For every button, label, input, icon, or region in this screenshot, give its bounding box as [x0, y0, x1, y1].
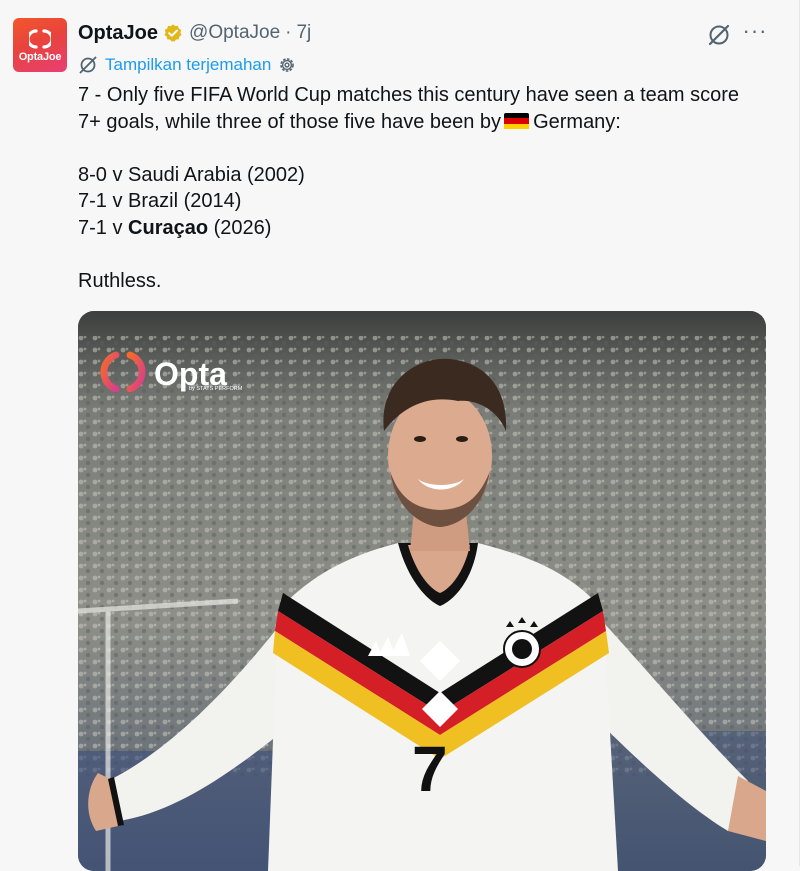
- avatar[interactable]: OptaJoe: [13, 18, 67, 72]
- text-span: Germany:: [533, 110, 621, 133]
- text-line: 7 - Only five FIFA World Cup matches thi…: [78, 84, 740, 106]
- translate-icon: [79, 56, 97, 74]
- verified-badge-icon[interactable]: [163, 23, 183, 43]
- more-icon[interactable]: ···: [742, 20, 768, 46]
- text-line: 8-0 v Saudi Arabia (2002): [78, 163, 305, 186]
- brand-sub: by STATS PERFORM: [189, 386, 243, 392]
- text-line: 7-1 v Brazil (2014): [78, 190, 242, 212]
- germany-flag-icon: [504, 112, 530, 130]
- text-span: 7+ goals, while three of those five have…: [78, 110, 502, 133]
- display-name[interactable]: OptaJoe: [78, 22, 158, 45]
- opta-logo-icon: [29, 28, 51, 49]
- tweet: OptaJoe OptaJoe @OptaJoe · 7j ··· Tampil…: [0, 0, 800, 871]
- text-span: 7-1 v: [78, 216, 123, 239]
- text-bold: Curaçao: [128, 216, 209, 239]
- text-line: 7+ goals, while three of those five have…: [78, 109, 778, 136]
- tweet-text: 7 - Only five FIFA World Cup matches thi…: [78, 82, 778, 294]
- text-line: 7-1 v Curaçao (2026): [78, 215, 778, 242]
- separator: ·: [285, 22, 292, 43]
- timestamp[interactable]: 7j: [296, 22, 311, 44]
- text-line: Ruthless.: [78, 269, 162, 292]
- translate-link[interactable]: Tampilkan terjemahan: [78, 53, 296, 77]
- player-photo: Opta by STATS PERFORM 7: [78, 311, 766, 871]
- tweet-header: OptaJoe @OptaJoe · 7j: [78, 20, 311, 46]
- tweet-media-image[interactable]: Opta by STATS PERFORM 7: [78, 311, 766, 871]
- grok-icon[interactable]: [706, 22, 732, 48]
- shirt-number: 7: [412, 733, 448, 805]
- handle[interactable]: @OptaJoe: [189, 22, 280, 44]
- translate-label[interactable]: Tampilkan terjemahan: [105, 55, 271, 75]
- avatar-label: OptaJoe: [18, 50, 62, 63]
- text-span: (2026): [213, 216, 272, 239]
- settings-icon[interactable]: [278, 56, 296, 74]
